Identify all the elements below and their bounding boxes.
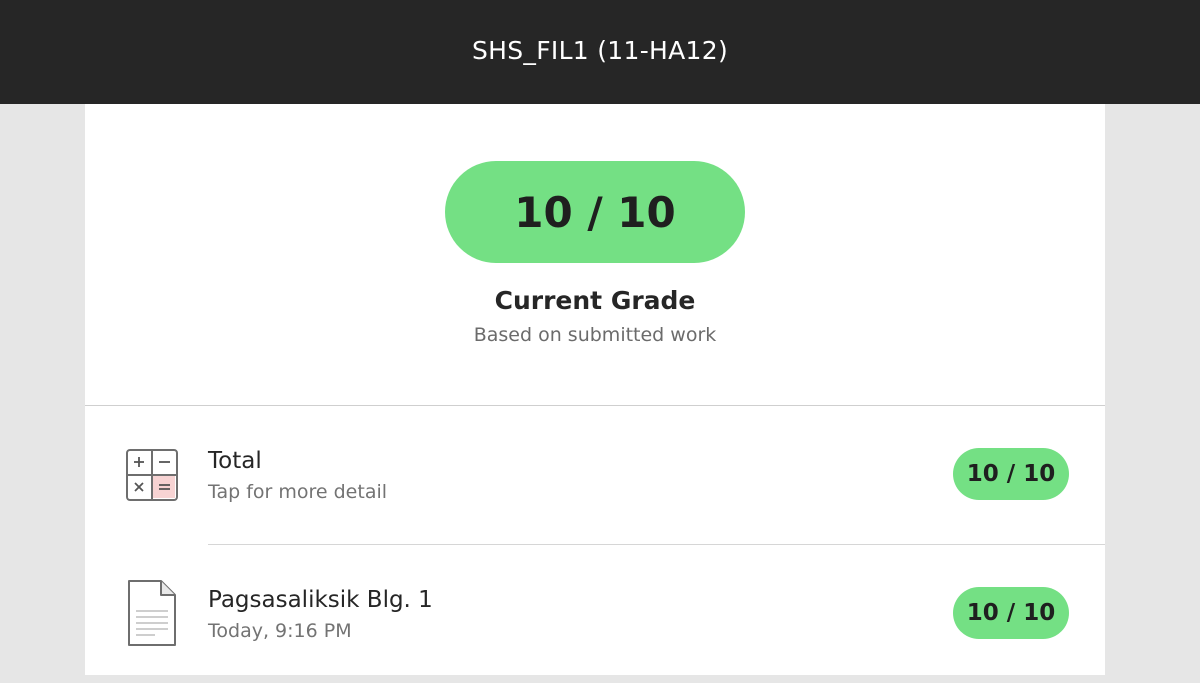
current-grade-subtitle: Based on submitted work (473, 324, 717, 346)
row-divider (208, 544, 1105, 545)
current-grade-title: Current Grade (494, 286, 696, 315)
total-subtitle: Tap for more detail (208, 481, 388, 503)
grade-card: 10 / 10 Current Grade Based on submitted… (85, 104, 1105, 675)
calculator-icon (125, 448, 179, 506)
assignment-title: Pagsasaliksik Blg. 1 (208, 587, 433, 613)
assignment-score-badge: 10 / 10 (953, 587, 1069, 639)
total-row[interactable]: Total Tap for more detail 10 / 10 (85, 424, 1105, 544)
document-icon (125, 579, 179, 651)
section-divider (85, 405, 1105, 406)
assignment-row[interactable]: Pagsasaliksik Blg. 1 Today, 9:16 PM 10 /… (85, 563, 1105, 683)
current-grade-badge: 10 / 10 (445, 161, 745, 263)
assignment-timestamp: Today, 9:16 PM (208, 620, 352, 642)
top-bar: SHS_FIL1 (11-HA12) (0, 0, 1200, 104)
page-title: SHS_FIL1 (11-HA12) (471, 35, 729, 65)
total-score-badge: 10 / 10 (953, 448, 1069, 500)
total-title: Total (208, 448, 262, 474)
